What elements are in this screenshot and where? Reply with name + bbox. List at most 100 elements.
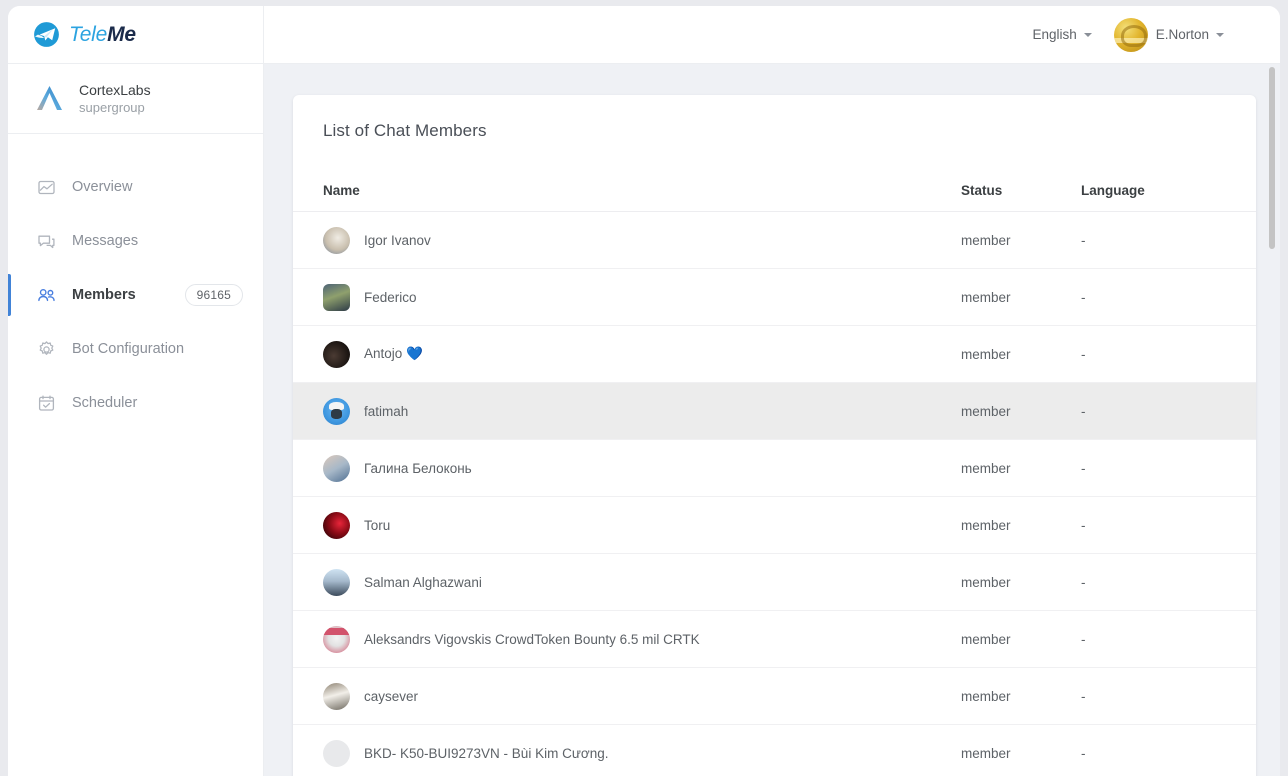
member-name: Salman Alghazwani — [364, 575, 482, 590]
member-name: Igor Ivanov — [364, 233, 431, 248]
group-text: CortexLabs supergroup — [79, 82, 151, 115]
avatar — [323, 740, 350, 767]
language-selector[interactable]: English — [1032, 27, 1091, 42]
sidebar-item-overview[interactable]: Overview — [8, 160, 263, 214]
member-name: Aleksandrs Vigovskis CrowdToken Bounty 6… — [364, 632, 700, 647]
group-type: supergroup — [79, 100, 151, 115]
avatar — [323, 341, 350, 368]
vertical-scrollbar[interactable] — [1268, 64, 1276, 776]
member-status: member — [961, 668, 1081, 725]
cortexlabs-triangle-icon — [33, 82, 66, 115]
table-header: Name Status Language — [293, 171, 1256, 212]
member-language: - — [1081, 326, 1256, 383]
member-name-cell: Federico — [293, 269, 961, 326]
avatar — [323, 683, 350, 710]
avatar — [323, 284, 350, 311]
member-name-cell: fatimah — [293, 383, 961, 440]
sidebar-item-messages[interactable]: Messages — [8, 214, 263, 268]
group-selector[interactable]: CortexLabs supergroup — [8, 64, 263, 134]
sidebar-nav: Overview Messages — [8, 134, 263, 430]
member-language: - — [1081, 725, 1256, 776]
table-row[interactable]: Галина Белоконь member - — [293, 440, 1256, 497]
page-title: List of Chat Members — [293, 95, 1256, 141]
member-language: - — [1081, 611, 1256, 668]
member-name-cell: BKD- K50-BUI9273VN - Bùi Kim Cương. — [293, 725, 961, 776]
avatar — [323, 512, 350, 539]
brand-logo[interactable]: TeleMe — [8, 6, 264, 63]
body-area: CortexLabs supergroup Overview — [8, 64, 1280, 776]
member-name-cell: Igor Ivanov — [293, 212, 961, 269]
avatar — [323, 398, 350, 425]
member-language: - — [1081, 440, 1256, 497]
avatar — [323, 455, 350, 482]
member-name: BKD- K50-BUI9273VN - Bùi Kim Cương. — [364, 746, 608, 761]
avatar — [1114, 18, 1148, 52]
sidebar-item-bot-configuration[interactable]: Bot Configuration — [8, 322, 263, 376]
table-row[interactable]: Igor Ivanov member - — [293, 212, 1256, 269]
column-header-status[interactable]: Status — [961, 171, 1081, 212]
sidebar-item-label: Overview — [72, 179, 243, 195]
members-table: Name Status Language Igor Ivanov — [293, 171, 1256, 776]
member-name-cell: caysever — [293, 668, 961, 725]
user-menu[interactable]: E.Norton — [1114, 18, 1224, 52]
table-row[interactable]: Federico member - — [293, 269, 1256, 326]
member-name: caysever — [364, 689, 418, 704]
table-row[interactable]: Antojo 💙 member - — [293, 326, 1256, 383]
sidebar-item-members[interactable]: Members 96165 — [8, 268, 263, 322]
chevron-down-icon — [1084, 33, 1092, 37]
scrollbar-thumb[interactable] — [1269, 67, 1275, 249]
member-status: member — [961, 725, 1081, 776]
avatar — [323, 626, 350, 653]
member-name-cell: Salman Alghazwani — [293, 554, 961, 611]
sidebar-item-scheduler[interactable]: Scheduler — [8, 376, 263, 430]
content-area: List of Chat Members Name Status Languag… — [264, 64, 1280, 776]
member-language: - — [1081, 497, 1256, 554]
sidebar-item-label: Scheduler — [72, 395, 243, 411]
members-card: List of Chat Members Name Status Languag… — [293, 95, 1256, 776]
table-row[interactable]: Aleksandrs Vigovskis CrowdToken Bounty 6… — [293, 611, 1256, 668]
column-header-language[interactable]: Language — [1081, 171, 1256, 212]
member-name: Toru — [364, 518, 390, 533]
brand-name-part1: Tele — [69, 23, 107, 46]
member-name: Antojo 💙 — [364, 346, 423, 362]
table-row[interactable]: BKD- K50-BUI9273VN - Bùi Kim Cương. memb… — [293, 725, 1256, 776]
top-bar-right: English E.Norton — [264, 6, 1280, 63]
table-row[interactable]: Toru member - — [293, 497, 1256, 554]
member-language: - — [1081, 269, 1256, 326]
sidebar: CortexLabs supergroup Overview — [8, 64, 264, 776]
chart-icon — [37, 178, 56, 197]
brand-name: TeleMe — [69, 23, 136, 47]
member-language: - — [1081, 554, 1256, 611]
members-count-badge: 96165 — [185, 284, 243, 306]
member-name-cell: Antojo 💙 — [293, 326, 961, 383]
top-bar: TeleMe English E.Norton — [8, 6, 1280, 64]
member-name: Галина Белоконь — [364, 461, 472, 476]
table-row[interactable]: caysever member - — [293, 668, 1256, 725]
member-name: fatimah — [364, 404, 408, 419]
member-status: member — [961, 440, 1081, 497]
member-name-cell: Галина Белоконь — [293, 440, 961, 497]
language-label: English — [1032, 27, 1076, 42]
avatar — [323, 227, 350, 254]
table-row[interactable]: fatimah member - — [293, 383, 1256, 440]
avatar — [323, 569, 350, 596]
member-status: member — [961, 497, 1081, 554]
brand-name-part2: Me — [107, 23, 136, 46]
column-header-name[interactable]: Name — [293, 171, 961, 212]
member-status: member — [961, 554, 1081, 611]
table-row[interactable]: Salman Alghazwani member - — [293, 554, 1256, 611]
member-status: member — [961, 269, 1081, 326]
member-status: member — [961, 611, 1081, 668]
chat-bubbles-icon — [37, 232, 56, 251]
member-status: member — [961, 383, 1081, 440]
member-name: Federico — [364, 290, 417, 305]
table-header-row: Name Status Language — [293, 171, 1256, 212]
gear-icon — [37, 340, 56, 359]
sidebar-item-label: Bot Configuration — [72, 341, 243, 357]
sidebar-item-label: Messages — [72, 233, 243, 249]
app-window: TeleMe English E.Norton — [8, 6, 1280, 776]
calendar-check-icon — [37, 394, 56, 413]
member-status: member — [961, 326, 1081, 383]
people-icon — [37, 286, 56, 305]
sidebar-item-label: Members — [72, 287, 169, 303]
